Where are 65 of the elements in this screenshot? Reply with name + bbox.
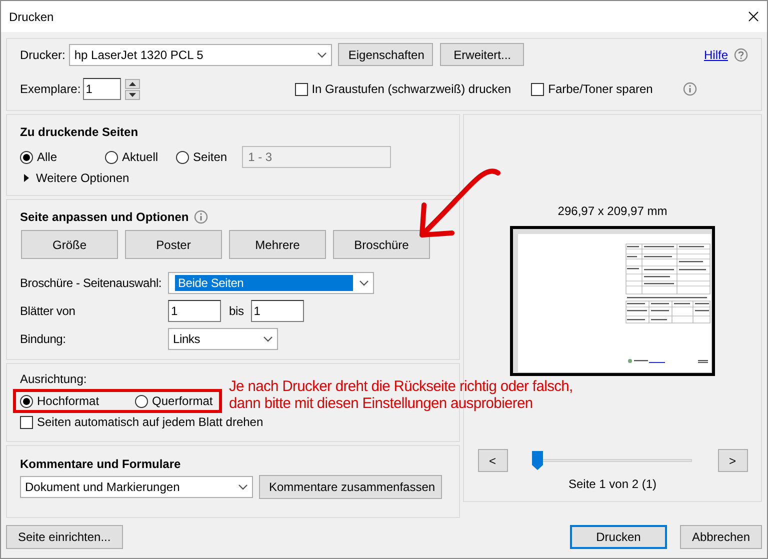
- checkbox[interactable]: [20, 416, 33, 428]
- help-icon: [734, 48, 748, 62]
- down-arrow-icon: [128, 92, 136, 96]
- copies-field[interactable]: 1: [82, 78, 121, 100]
- radio-label: Alle: [37, 150, 58, 164]
- advanced-button[interactable]: Erweitert...: [440, 43, 524, 66]
- field-label: Exemplare:: [20, 82, 81, 96]
- chevron-icon: [263, 336, 273, 342]
- expander-label[interactable]: Weitere Optionen: [36, 171, 130, 185]
- section-title: Kommentare und Formulare: [20, 457, 182, 471]
- next-page-button[interactable]: >: [718, 449, 748, 472]
- section-title: Seite anpassen und Optionen: [20, 210, 189, 224]
- page-setup-button[interactable]: Seite einrichten...: [6, 525, 123, 549]
- radio-label: Aktuell: [122, 150, 158, 164]
- slider-thumb[interactable]: [532, 451, 542, 470]
- close-icon[interactable]: [748, 11, 759, 22]
- print-button[interactable]: Drucken: [570, 525, 667, 549]
- radio-button[interactable]: [135, 394, 148, 408]
- radio-button[interactable]: [105, 150, 118, 164]
- chevron-icon: [317, 52, 328, 58]
- page-size-label: 296,97 x 209,97 mm: [558, 204, 668, 218]
- checkbox-label: In Graustufen (schwarzweiß) drucken: [312, 82, 512, 96]
- info-icon: [682, 82, 697, 96]
- spin-up-button[interactable]: [124, 78, 140, 88]
- page-slider[interactable]: [532, 451, 692, 470]
- mode-button[interactable]: Größe: [21, 230, 118, 259]
- radio-label: Querformat: [152, 394, 213, 408]
- field-label: Bindung:: [20, 332, 67, 346]
- chevron-icon: [238, 484, 248, 490]
- binding-dropdown[interactable]: Links: [168, 328, 278, 350]
- annotation-text: Je nach Drucker dreht die Rückseite richtig oder falsch, dann bitte mit diesen Einstellungen ausprobieren: [229, 378, 573, 412]
- properties-button[interactable]: Eigenschaften: [338, 43, 434, 66]
- up-arrow-icon: [128, 82, 136, 86]
- section-title: Zu druckende Seiten: [20, 125, 140, 139]
- field-label: Blätter von: [20, 304, 76, 318]
- window-title: Drucken: [9, 10, 54, 24]
- page-counter: Seite 1 von 2 (1): [568, 477, 657, 491]
- subset-dropdown[interactable]: Beide Seiten: [168, 272, 374, 294]
- cancel-button[interactable]: Abbrechen: [680, 525, 762, 549]
- radio-label: Seiten: [193, 150, 228, 164]
- field-label: Ausrichtung:: [20, 372, 87, 386]
- checkbox-label: Farbe/Toner sparen: [548, 82, 653, 96]
- summarize-button[interactable]: Kommentare zusammenfassen: [259, 475, 442, 499]
- radio-button[interactable]: [176, 150, 190, 164]
- field-label: Broschüre - Seitenauswahl:: [20, 276, 163, 290]
- radio-label: Hochformat: [37, 394, 100, 408]
- radio-button[interactable]: [20, 394, 33, 408]
- field-label: bis: [229, 304, 244, 318]
- mode-button[interactable]: Mehrere: [229, 230, 326, 259]
- printer-dropdown[interactable]: hp LaserJet 1320 PCL 5: [69, 44, 332, 66]
- field-label: Drucker:: [20, 48, 66, 62]
- comments-dropdown[interactable]: Dokument und Markierungen: [20, 476, 253, 498]
- chevron-icon: [359, 280, 369, 286]
- checkbox[interactable]: [531, 82, 544, 96]
- checkbox[interactable]: [294, 82, 308, 96]
- spin-down-button[interactable]: [124, 90, 140, 100]
- checkbox-label: Seiten automatisch auf jedem Blatt drehen: [37, 415, 264, 429]
- previous-page-button[interactable]: <: [478, 449, 508, 472]
- mode-button[interactable]: Poster: [125, 230, 222, 259]
- from-field[interactable]: 1: [168, 300, 221, 322]
- radio-button[interactable]: [20, 150, 33, 164]
- to-field[interactable]: 1: [250, 300, 304, 322]
- mode-button[interactable]: Broschüre: [333, 230, 430, 259]
- info-icon: [194, 210, 208, 224]
- help-link[interactable]: Hilfe: [704, 48, 728, 62]
